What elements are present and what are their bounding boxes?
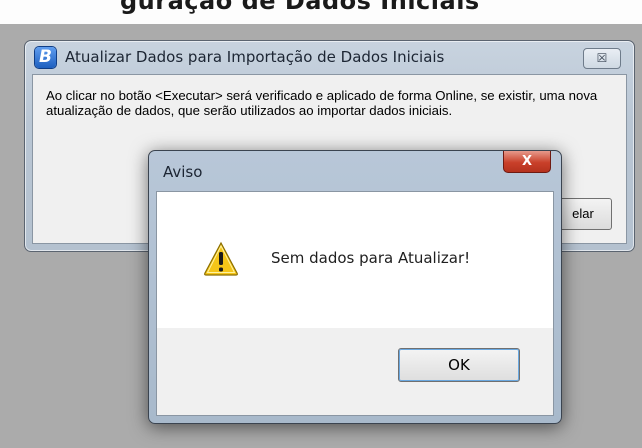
dialog-message-area: Sem dados para Atualizar!: [157, 192, 553, 328]
dialog-close-button[interactable]: X: [503, 151, 551, 173]
main-close-button[interactable]: ☒: [583, 48, 621, 69]
dialog-title: Aviso: [163, 163, 203, 181]
top-strip: guração de Dados Iniciais: [0, 0, 642, 24]
main-message: Ao clicar no botão <Executar> será verif…: [46, 88, 598, 118]
warning-icon: [204, 241, 238, 276]
aviso-dialog: Aviso X Sem dados para Atualizar! OK: [148, 150, 562, 424]
ok-button[interactable]: OK: [398, 348, 520, 382]
dialog-titlebar[interactable]: Aviso X: [149, 151, 561, 191]
dialog-message: Sem dados para Atualizar!: [271, 249, 471, 267]
background-heading: guração de Dados Iniciais: [120, 0, 480, 15]
cancel-button-label: elar: [572, 206, 594, 221]
main-titlebar[interactable]: B Atualizar Dados para Importação de Dad…: [25, 41, 634, 73]
app-icon: B: [35, 47, 56, 68]
dialog-client-area: Sem dados para Atualizar! OK: [156, 191, 554, 416]
main-window-title: Atualizar Dados para Importação de Dados…: [65, 48, 445, 66]
